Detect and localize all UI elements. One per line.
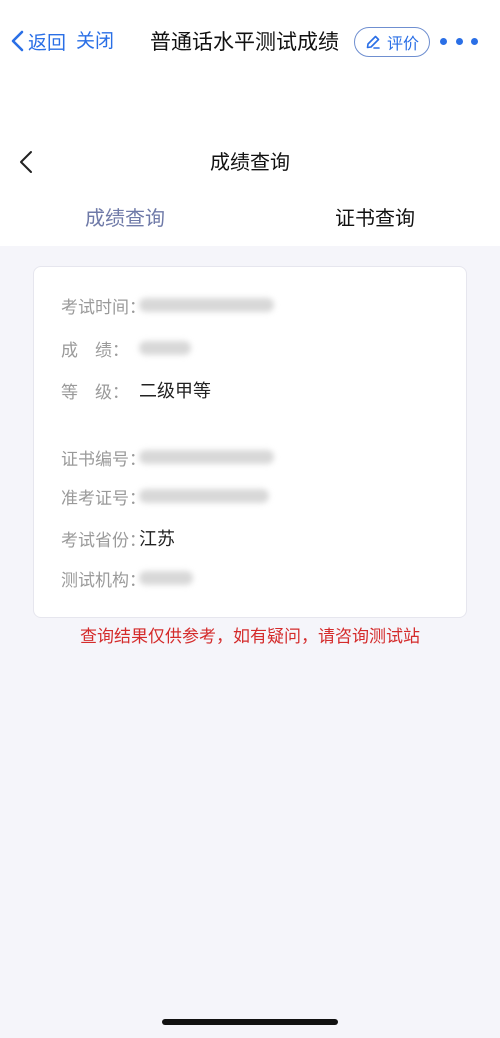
page-title: 普通话水平测试成绩: [150, 30, 339, 54]
tab-score-query[interactable]: 成绩查询: [35, 196, 215, 240]
rate-button[interactable]: 评价: [354, 27, 430, 57]
admission-number-row: 准考证号：: [61, 482, 269, 510]
certificate-number-label: 证书编号：: [61, 449, 146, 470]
top-nav-bar: 返回 关闭 普通话水平测试成绩 评价: [0, 18, 500, 64]
exam-time-value-blurred: [139, 298, 274, 312]
province-value: 江苏: [139, 529, 175, 550]
certificate-number-value-blurred: [139, 450, 274, 464]
rate-label: 评价: [386, 34, 419, 53]
score-row: 成 绩：: [61, 334, 191, 362]
edit-icon: [366, 35, 380, 49]
disclaimer-notice: 查询结果仅供参考，如有疑问，请咨询测试站: [80, 627, 420, 647]
score-value-blurred: [139, 341, 191, 355]
more-dot: [471, 37, 478, 45]
back-button[interactable]: 返回: [10, 28, 66, 54]
score-label: 成 绩：: [61, 340, 129, 361]
province-label: 考试省份：: [61, 530, 146, 551]
more-dot: [455, 37, 463, 45]
grade-row: 等 级： 二级甲等: [61, 376, 211, 404]
chevron-left-icon[interactable]: [16, 146, 40, 178]
more-icon[interactable]: [440, 33, 478, 49]
close-button[interactable]: 关闭: [76, 28, 114, 54]
home-indicator[interactable]: [162, 1019, 338, 1025]
admission-number-value-blurred: [139, 489, 269, 503]
test-institution-row: 测试机构：: [61, 564, 193, 592]
test-institution-value-blurred: [139, 571, 193, 585]
more-dot: [440, 37, 447, 45]
grade-label: 等 级：: [61, 382, 129, 403]
exam-time-row: 考试时间：: [61, 291, 274, 319]
province-row: 考试省份： 江苏: [61, 524, 175, 552]
back-label: 返回: [28, 31, 67, 54]
chevron-left-icon: [11, 30, 24, 52]
sub-header: 成绩查询: [0, 140, 500, 184]
certificate-number-row: 证书编号：: [61, 443, 274, 471]
test-institution-label: 测试机构：: [61, 570, 146, 591]
grade-value: 二级甲等: [139, 381, 211, 402]
result-card: 考试时间： 成 绩： 等 级： 二级甲等 证书编号： 准考证号： 考试省份： 江…: [33, 266, 467, 618]
exam-time-label: 考试时间：: [61, 297, 146, 318]
sub-header-title: 成绩查询: [210, 150, 290, 174]
tab-bar: 成绩查询 证书查询: [0, 196, 500, 240]
tab-certificate-query[interactable]: 证书查询: [285, 196, 465, 240]
admission-number-label: 准考证号：: [61, 488, 146, 509]
